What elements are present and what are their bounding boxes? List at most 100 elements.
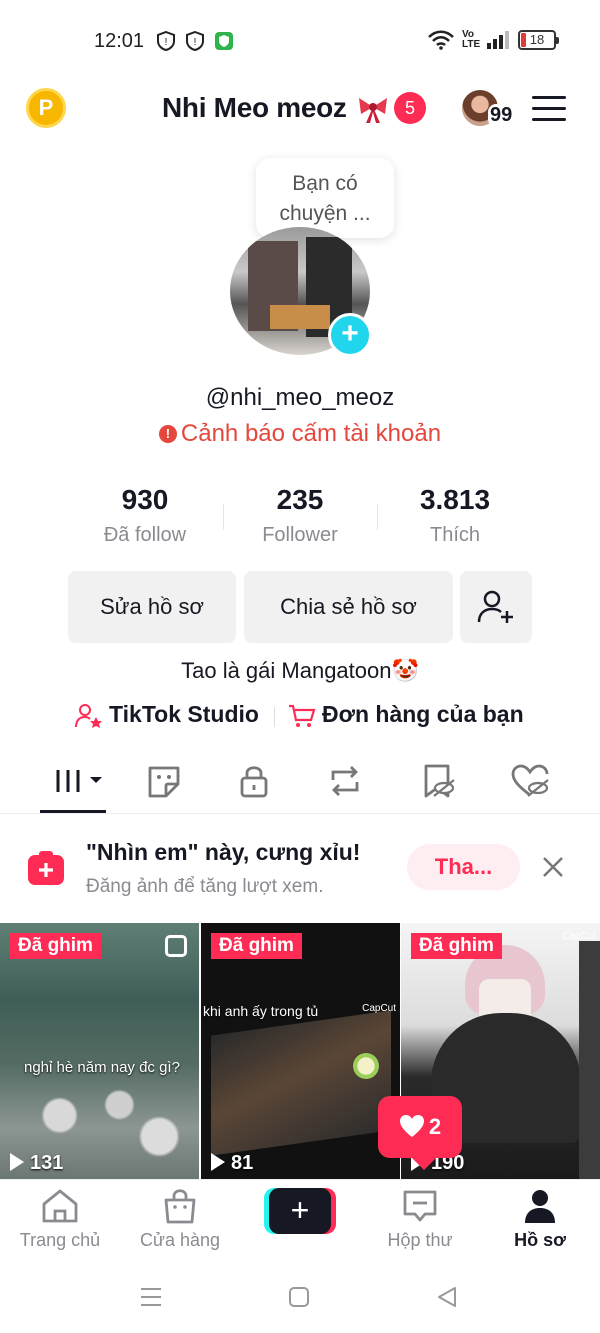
sticker-icon [148, 766, 180, 798]
orders-link[interactable]: Đơn hàng của bạn [322, 701, 524, 728]
grid-icon [56, 770, 102, 792]
nav-home[interactable]: Trang chủ [10, 1188, 110, 1251]
tab-liked[interactable] [510, 762, 550, 800]
pinned-badge: Đã ghim [411, 933, 502, 959]
nav-shop[interactable]: Cửa hàng [130, 1188, 230, 1251]
coin-icon[interactable]: P [26, 88, 66, 128]
tab-reposts[interactable] [325, 762, 365, 800]
tab-videos[interactable] [52, 762, 106, 800]
capcut-watermark: CapCut [362, 1003, 396, 1014]
video-caption: nghỉ hè năm nay đc gì? [24, 1059, 180, 1076]
menu-icon[interactable] [532, 96, 566, 122]
status-time: 12:01 [94, 30, 145, 52]
tab-stickers[interactable] [144, 762, 184, 800]
profile-stats: 930 Đã follow 235 Follower 3.813 Thích [68, 484, 532, 554]
stat-likes[interactable]: 3.813 Thích [378, 484, 532, 547]
stat-followers[interactable]: 235 Follower [223, 484, 377, 547]
tab-private[interactable] [234, 762, 274, 800]
likes-count: 2 [428, 1114, 442, 1139]
nav-label: Hộp thư [387, 1230, 453, 1250]
active-tab-indicator [40, 810, 106, 813]
wifi-icon [428, 30, 454, 50]
warning-icon: ! [158, 425, 177, 443]
likes-notification-popup[interactable]: 2 [378, 1096, 462, 1170]
svg-text:!: ! [194, 37, 197, 48]
pinned-badge: Đã ghim [10, 933, 101, 959]
recent-apps-icon[interactable] [140, 1286, 162, 1308]
lock-icon [240, 766, 268, 798]
heart-hidden-icon [511, 764, 549, 797]
ban-warning[interactable]: ! Cảnh báo cấm tài khoản [0, 420, 600, 448]
video-caption: khi anh ấy trong tủ [203, 1003, 319, 1019]
profile-header: P Nhi Meo meoz 5 99 [0, 84, 600, 136]
home-icon [42, 1189, 78, 1223]
shield-icon: ! [157, 31, 175, 51]
nav-inbox[interactable]: Hộp thư [370, 1188, 470, 1251]
ribbon-bow-icon [359, 98, 387, 123]
bottom-navigation: Trang chủ Cửa hàng + Hộp thư Hồ sơ [0, 1179, 600, 1261]
video-thumbnail[interactable]: Đã ghim khi anh ấy trong tủ CapCut 81 [201, 923, 400, 1179]
status-right: Vo LTE 18 [428, 29, 559, 50]
stat-value: 235 [276, 484, 324, 515]
edit-profile-button[interactable]: Sửa hồ sơ [68, 571, 236, 643]
system-navigation [0, 1270, 600, 1330]
capcut-watermark: CapCut [562, 931, 596, 942]
content-tabs [0, 752, 600, 814]
heart-icon [399, 1115, 424, 1137]
video-grid: Đã ghim nghỉ hè năm nay đc gì? 131 Đã gh… [0, 923, 600, 1179]
home-square-icon[interactable] [288, 1286, 310, 1308]
tiktok-studio-link[interactable]: TikTok Studio [109, 701, 259, 728]
page-title[interactable]: Nhi Meo meoz [162, 92, 347, 124]
battery-level: 18 [529, 32, 545, 47]
stat-value: 3.813 [419, 484, 491, 515]
stat-label: Follower [262, 524, 338, 546]
studio-icon [75, 704, 102, 728]
ban-warning-text: Cảnh báo cấm tài khoản [180, 420, 442, 447]
share-profile-button[interactable]: Chia sẻ hồ sơ [244, 571, 453, 643]
profile-links: TikTok Studio Đơn hàng của bạn [0, 701, 600, 731]
network-type: Vo LTE [462, 29, 481, 50]
add-avatar-button[interactable]: + [328, 313, 372, 357]
status-bar: 12:01 ! ! Vo LTE 18 [0, 22, 600, 60]
add-user-icon [477, 590, 513, 623]
battery-icon: 18 [518, 30, 559, 50]
svg-text:!: ! [165, 37, 168, 48]
promo-subtitle: Đăng ảnh để tăng lượt xem. [86, 876, 324, 897]
shop-icon [164, 1189, 196, 1224]
bookmark-hidden-icon [424, 764, 455, 798]
link-divider [274, 707, 275, 727]
inbox-icon [403, 1190, 437, 1222]
profile-bio: Tao là gái Mangatoon🤡 [181, 658, 419, 683]
signal-icon [487, 31, 509, 49]
stat-label: Thích [429, 524, 481, 546]
note-line-2: chuyện ... [279, 202, 371, 225]
nav-label: Hồ sơ [514, 1230, 566, 1250]
stat-label: Đã follow [103, 524, 187, 546]
notification-badge[interactable]: 5 [394, 92, 426, 124]
add-friend-button[interactable] [460, 571, 532, 643]
stat-value: 930 [121, 484, 169, 515]
tab-favorites[interactable] [418, 762, 458, 800]
stat-following[interactable]: 930 Đã follow [68, 484, 222, 547]
note-bubble[interactable]: Bạn có chuyện ... [256, 158, 394, 238]
video-thumbnail[interactable]: Đã ghim nghỉ hè năm nay đc gì? 131 [0, 923, 199, 1179]
promo-try-button[interactable]: Tha... [407, 844, 520, 890]
profile-icon [525, 1190, 555, 1223]
username-handle: @nhi_meo_meoz [205, 384, 395, 411]
nav-profile[interactable]: Hồ sơ [490, 1188, 590, 1251]
view-count: 131 [10, 1152, 63, 1175]
back-icon[interactable] [436, 1286, 458, 1308]
add-photo-icon [28, 851, 64, 885]
multi-photo-icon [165, 935, 187, 957]
nav-label: Cửa hàng [139, 1230, 221, 1250]
create-icon: + [269, 1188, 331, 1234]
friends-count: 99 [488, 104, 515, 127]
photo-promo-banner: "Nhìn em" này, cưng xỉu! Đăng ảnh để tăn… [0, 815, 600, 923]
repost-icon [331, 766, 359, 796]
note-line-1: Bạn có [292, 172, 358, 195]
close-icon[interactable] [541, 855, 565, 879]
promo-title: "Nhìn em" này, cưng xỉu! [86, 839, 361, 865]
cart-icon [289, 704, 316, 727]
create-button[interactable]: + [264, 1188, 336, 1234]
view-count: 81 [211, 1152, 253, 1175]
